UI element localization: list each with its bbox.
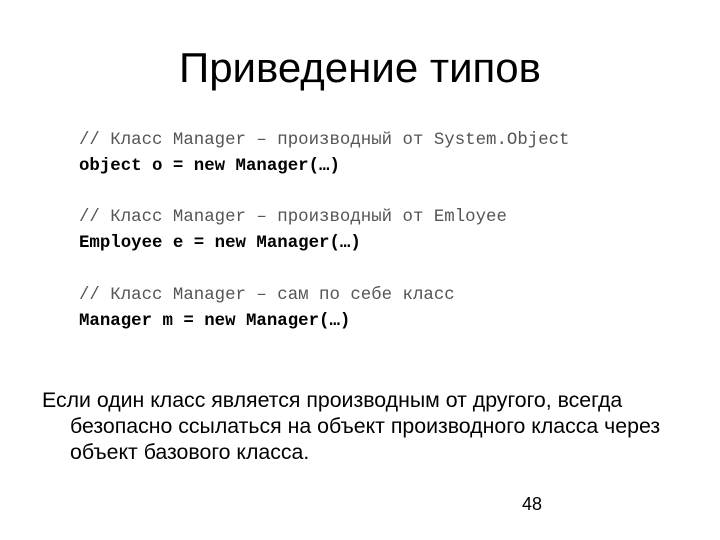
- body-paragraph: Если один класс является производным от …: [42, 388, 661, 464]
- slide-title: Приведение типов: [179, 44, 541, 91]
- code-statement-line: Employee e = new Manager(…): [79, 234, 361, 254]
- code-statement-line: Manager m = new Manager(…): [79, 311, 351, 331]
- page-number: 48: [522, 494, 543, 514]
- code-block: // Класс Manager – производный от System…: [79, 128, 570, 334]
- slide: Приведение типов // Класс Manager – прои…: [0, 0, 720, 540]
- code-statement-line: object o = new Manager(…): [79, 156, 340, 176]
- code-comment-line: // Класс Manager – производный от Emloye…: [79, 208, 507, 228]
- code-comment-line: // Класс Manager – сам по себе класс: [79, 285, 455, 305]
- code-comment-line: // Класс Manager – производный от System…: [79, 131, 570, 150]
